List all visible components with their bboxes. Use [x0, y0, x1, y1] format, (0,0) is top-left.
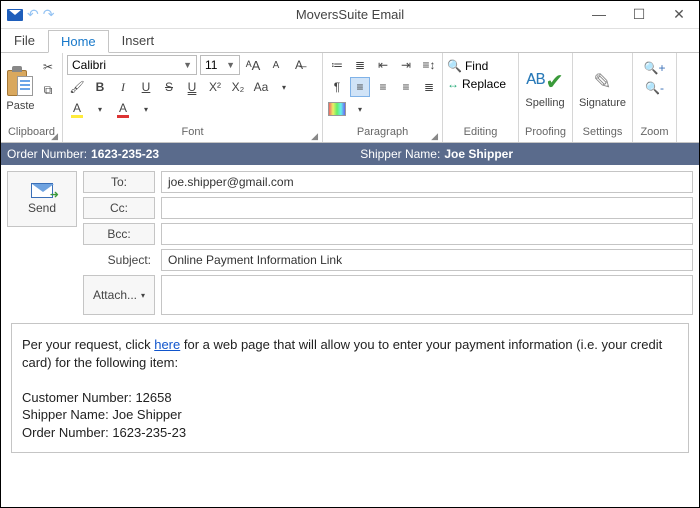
replace-button[interactable]: ↔Replace	[447, 77, 506, 91]
order-number-value: 1623-235-23	[91, 147, 159, 161]
shipper-name-label: Shipper Name:	[360, 147, 440, 161]
numbering-icon[interactable]: ≣	[350, 55, 370, 75]
line-spacing-icon[interactable]: ≡↕	[419, 55, 439, 75]
group-paragraph-label: Paragraph◢	[327, 126, 438, 142]
close-button[interactable]: ✕	[659, 1, 699, 27]
align-right-icon[interactable]: ≡	[396, 77, 416, 97]
launcher-icon[interactable]: ◢	[311, 131, 318, 142]
body-customer-label: Customer Number:	[22, 390, 132, 405]
case-dropdown-icon[interactable]: ▾	[274, 77, 294, 97]
zoom-out-icon[interactable]: 🔍-	[645, 81, 664, 95]
body-order-label: Order Number:	[22, 425, 109, 440]
underline-button[interactable]: U	[136, 77, 156, 97]
bcc-button[interactable]: Bcc:	[83, 223, 155, 245]
font-family-select[interactable]: Calibri▼	[67, 55, 197, 75]
dropdown-icon[interactable]: ▾	[350, 99, 370, 119]
menu-tabs: File Home Insert	[1, 29, 699, 53]
superscript-button[interactable]: X²	[205, 77, 225, 97]
body-text: Per your request, click	[22, 337, 154, 352]
find-button[interactable]: 🔍Find	[447, 59, 488, 73]
launcher-icon[interactable]: ◢	[51, 131, 58, 142]
clear-format-icon[interactable]: A̶	[289, 55, 309, 75]
dropdown-icon[interactable]: ▾	[136, 99, 156, 119]
paste-button[interactable]: Paste	[5, 55, 36, 123]
cc-button[interactable]: Cc:	[83, 197, 155, 219]
copy-icon[interactable]: ⧉	[38, 80, 58, 100]
spelling-button[interactable]: ᴬᴮ✔ Spelling	[523, 55, 567, 123]
indent-icon[interactable]: ⇥	[396, 55, 416, 75]
body-shipper-label: Shipper Name:	[22, 407, 109, 422]
paragraph-mark-icon[interactable]: ¶	[327, 77, 347, 97]
align-center-icon[interactable]: ≡	[373, 77, 393, 97]
bcc-input[interactable]	[161, 223, 693, 245]
titlebar: ↶ ↷ MoversSuite Email — ☐ ✕	[1, 1, 699, 29]
outdent-icon[interactable]: ⇤	[373, 55, 393, 75]
group-editing-label: Editing	[447, 126, 514, 142]
tab-insert[interactable]: Insert	[109, 29, 168, 52]
info-bar: Order Number: 1623-235-23 Shipper Name: …	[1, 143, 699, 165]
highlight-color-icon[interactable]: A	[67, 99, 87, 119]
find-icon: 🔍	[447, 59, 462, 73]
format-painter-icon[interactable]: 🖌	[67, 77, 87, 97]
ribbon: Paste ✂ ⧉ Clipboard◢ Calibri▼ 11▼ ᴬA A A…	[1, 53, 699, 143]
to-input[interactable]: joe.shipper@gmail.com	[161, 171, 693, 193]
group-clipboard-label: Clipboard◢	[5, 126, 58, 142]
replace-icon: ↔	[447, 77, 459, 91]
grow-font-icon[interactable]: ᴬA	[243, 55, 263, 75]
cc-input[interactable]	[161, 197, 693, 219]
dropdown-icon[interactable]: ▾	[90, 99, 110, 119]
body-shipper-value: Joe Shipper	[112, 407, 181, 422]
shading-icon[interactable]	[327, 99, 347, 119]
strike-button[interactable]: S	[159, 77, 179, 97]
double-underline-button[interactable]: U	[182, 77, 202, 97]
minimize-button[interactable]: —	[579, 1, 619, 27]
shrink-font-icon[interactable]: A	[266, 55, 286, 75]
tab-home[interactable]: Home	[48, 30, 109, 53]
cut-icon[interactable]: ✂	[38, 57, 58, 77]
font-color-icon[interactable]: A	[113, 99, 133, 119]
zoom-in-icon[interactable]: 🔍+	[644, 61, 666, 75]
subscript-button[interactable]: X₂	[228, 77, 248, 97]
group-font-label: Font◢	[67, 126, 318, 142]
bold-button[interactable]: B	[90, 77, 110, 97]
signature-button[interactable]: ✎ Signature	[577, 55, 628, 123]
subject-input[interactable]: Online Payment Information Link	[161, 249, 693, 271]
bullets-icon[interactable]: ≔	[327, 55, 347, 75]
align-left-icon[interactable]: ≡	[350, 77, 370, 97]
tab-file[interactable]: File	[1, 29, 48, 52]
spelling-icon: ᴬᴮ✔	[526, 69, 564, 95]
send-icon: ➜	[31, 183, 53, 198]
signature-icon: ✎	[593, 69, 611, 95]
justify-icon[interactable]: ≣	[419, 77, 439, 97]
attach-button[interactable]: Attach...▾	[83, 275, 155, 315]
paste-icon	[7, 66, 35, 98]
body-editor[interactable]: Per your request, click here for a web p…	[11, 323, 689, 453]
maximize-button[interactable]: ☐	[619, 1, 659, 27]
subject-label: Subject:	[83, 249, 155, 271]
send-button[interactable]: ➜ Send	[7, 171, 77, 227]
group-settings-label: Settings	[577, 126, 628, 142]
italic-button[interactable]: I	[113, 77, 133, 97]
group-proofing-label: Proofing	[523, 126, 568, 142]
group-zoom-label: Zoom	[637, 126, 672, 142]
order-number-label: Order Number:	[7, 147, 87, 161]
body-order-value: 1623-235-23	[112, 425, 186, 440]
font-size-select[interactable]: 11▼	[200, 55, 240, 75]
payment-link[interactable]: here	[154, 337, 180, 352]
attach-input[interactable]	[161, 275, 693, 315]
launcher-icon[interactable]: ◢	[431, 131, 438, 142]
compose-area: ➜ Send To: joe.shipper@gmail.com Cc: Bcc…	[1, 165, 699, 321]
to-button[interactable]: To:	[83, 171, 155, 193]
shipper-name-value: Joe Shipper	[444, 147, 513, 161]
body-customer-value: 12658	[135, 390, 171, 405]
change-case-button[interactable]: Aa	[251, 77, 271, 97]
